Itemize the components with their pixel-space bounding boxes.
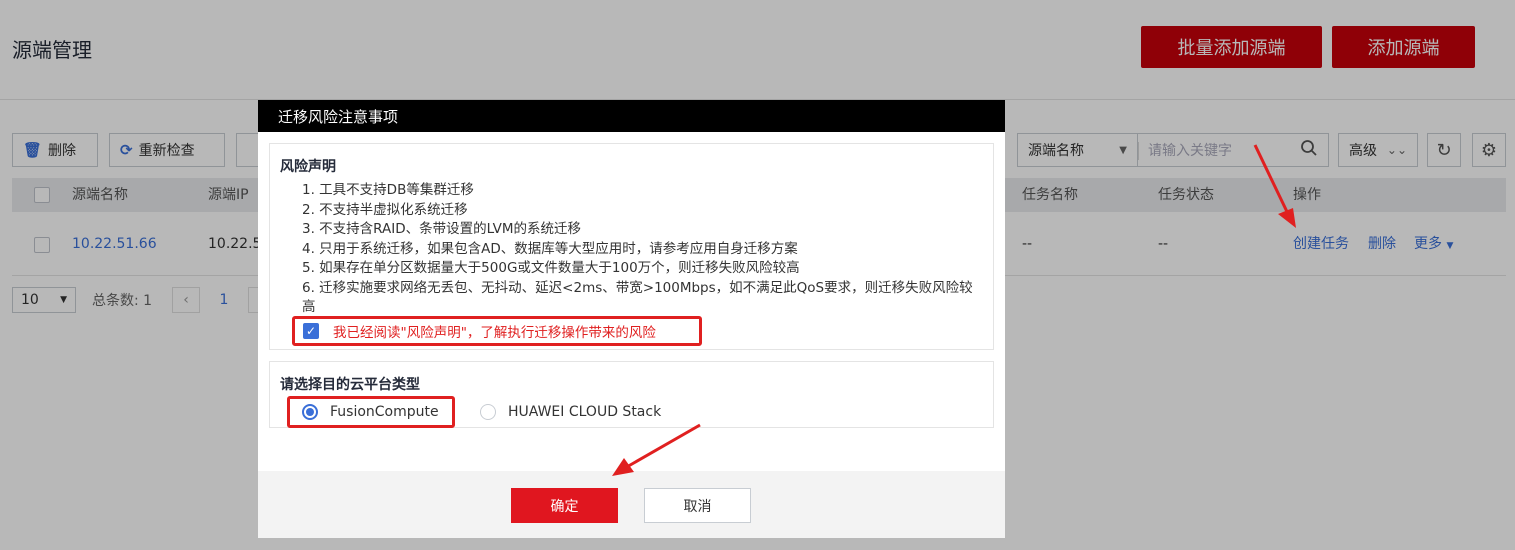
acknowledge-checkbox[interactable]: ✓ <box>303 323 319 339</box>
acknowledge-label: 我已经阅读"风险声明"，了解执行迁移操作带来的风险 <box>333 325 656 341</box>
risk-item: 3. 不支持含RAID、条带设置的LVM的系统迁移 <box>302 221 582 237</box>
risk-item: 5. 如果存在单分区数据量大于500G或文件数量大于100万个，则迁移失败风险较… <box>302 260 800 276</box>
migration-risk-dialog: 迁移风险注意事项 风险声明 1. 工具不支持DB等集群迁移 2. 不支持半虚拟化… <box>258 100 1005 538</box>
radio-huawei-cloud-stack[interactable]: HUAWEI CLOUD Stack <box>480 396 700 428</box>
radio-unselected-icon <box>480 404 496 420</box>
confirm-button[interactable]: 确定 <box>511 488 618 523</box>
risk-statement-panel: 风险声明 1. 工具不支持DB等集群迁移 2. 不支持半虚拟化系统迁移 3. 不… <box>269 143 994 350</box>
cancel-button[interactable]: 取消 <box>644 488 751 523</box>
risk-item: 6. 迁移实施要求网络无丢包、无抖动、延迟<2ms、带宽>100Mbps，如不满… <box>302 279 973 316</box>
cloud-platform-title: 请选择目的云平台类型 <box>280 377 420 393</box>
risk-list: 1. 工具不支持DB等集群迁移 2. 不支持半虚拟化系统迁移 3. 不支持含RA… <box>302 181 982 318</box>
risk-item: 1. 工具不支持DB等集群迁移 <box>302 182 474 198</box>
risk-item: 2. 不支持半虚拟化系统迁移 <box>302 201 468 218</box>
cloud-platform-panel: 请选择目的云平台类型 FusionCompute HUAWEI CLOUD St… <box>269 361 994 428</box>
risk-item: 4. 只用于系统迁移，如果包含AD、数据库等大型应用时，请参考应用自身迁移方案 <box>302 240 798 257</box>
risk-statement-title: 风险声明 <box>280 159 336 175</box>
radio-huawei-cloud-stack-label: HUAWEI CLOUD Stack <box>508 404 662 420</box>
radio-selected-icon <box>302 404 318 420</box>
dialog-header: 迁移风险注意事项 <box>258 100 1005 132</box>
radio-fusioncompute[interactable]: FusionCompute <box>287 396 455 428</box>
dialog-footer: 确定 取消 <box>258 471 1005 538</box>
radio-fusioncompute-label: FusionCompute <box>330 404 439 420</box>
dialog-title: 迁移风险注意事项 <box>278 108 399 126</box>
acknowledge-checkbox-row[interactable]: ✓ 我已经阅读"风险声明"，了解执行迁移操作带来的风险 <box>292 316 702 346</box>
